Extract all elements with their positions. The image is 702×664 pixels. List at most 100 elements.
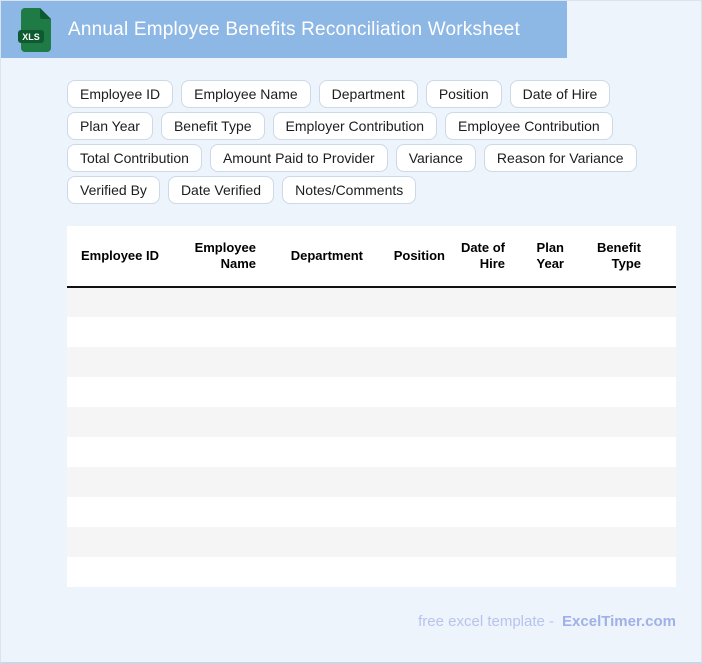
worksheet-table-container: Employee ID Employee Name Department Positi… <box>67 226 676 587</box>
table-cell <box>166 527 263 557</box>
xls-icon-graphic: XLS <box>18 7 51 52</box>
chip-amount-paid-to-provider[interactable]: Amount Paid to Provider <box>209 144 388 172</box>
table-cell <box>67 557 166 587</box>
chip-employee-name[interactable]: Employee Name <box>181 80 311 108</box>
table-cell <box>263 497 370 527</box>
table-cell <box>648 377 676 407</box>
chip-notes-comments[interactable]: Notes/Comments <box>282 176 417 204</box>
table-cell <box>166 377 263 407</box>
table-cell <box>648 497 676 527</box>
table-row <box>67 377 676 407</box>
column-chip-list: Employee ID Employee Name Department Positi… <box>67 80 701 204</box>
table-cell <box>571 317 648 347</box>
table-cell <box>571 407 648 437</box>
table-cell <box>452 377 512 407</box>
xls-badge-text: XLS <box>22 31 40 41</box>
table-cell <box>263 467 370 497</box>
table-cell <box>166 407 263 437</box>
chip-employee-id[interactable]: Employee ID <box>67 80 174 108</box>
chip-benefit-type[interactable]: Benefit Type <box>160 112 265 140</box>
chip-department[interactable]: Department <box>318 80 418 108</box>
column-header-plan-year: Plan Year <box>512 226 571 288</box>
table-row <box>67 287 676 317</box>
table-cell <box>648 317 676 347</box>
table-cell <box>263 317 370 347</box>
column-header-employer-contribution: Employer Contribution <box>648 226 676 288</box>
table-cell <box>571 467 648 497</box>
table-cell <box>571 437 648 467</box>
table-cell <box>263 527 370 557</box>
chip-plan-year[interactable]: Plan Year <box>67 112 153 140</box>
table-row <box>67 347 676 377</box>
table-cell <box>452 347 512 377</box>
table-cell <box>452 407 512 437</box>
table-cell <box>512 347 571 377</box>
table-cell <box>452 497 512 527</box>
table-cell <box>648 467 676 497</box>
table-cell <box>263 377 370 407</box>
folded-corner <box>40 7 51 19</box>
table-cell <box>370 347 452 377</box>
table-cell <box>512 527 571 557</box>
table-cell <box>452 557 512 587</box>
table-cell <box>67 317 166 347</box>
column-header-employee-id: Employee ID <box>67 226 166 288</box>
chip-position[interactable]: Position <box>425 80 502 108</box>
table-row <box>67 317 676 347</box>
table-cell <box>166 347 263 377</box>
table-cell <box>452 287 512 317</box>
table-cell <box>370 437 452 467</box>
table-cell <box>67 347 166 377</box>
table-cell <box>370 557 452 587</box>
table-cell <box>166 437 263 467</box>
table-row <box>67 497 676 527</box>
chip-date-verified[interactable]: Date Verified <box>167 176 275 204</box>
table-cell <box>571 497 648 527</box>
table-cell <box>370 377 452 407</box>
table-cell <box>571 527 648 557</box>
table-cell <box>571 377 648 407</box>
chip-date-of-hire[interactable]: Date of Hire <box>509 80 611 108</box>
table-header: Employee ID Employee Name Department Positi… <box>67 226 676 288</box>
table-cell <box>166 467 263 497</box>
table-cell <box>512 407 571 437</box>
table-cell <box>67 287 166 317</box>
table-cell <box>67 527 166 557</box>
table-cell <box>370 527 452 557</box>
table-cell <box>571 347 648 377</box>
table-cell <box>452 527 512 557</box>
table-cell <box>67 467 166 497</box>
table-row <box>67 407 676 437</box>
table-cell <box>512 317 571 347</box>
chip-reason-for-variance[interactable]: Reason for Variance <box>483 144 637 172</box>
table-cell <box>67 437 166 467</box>
table-row <box>67 557 676 587</box>
chip-total-contribution[interactable]: Total Contribution <box>67 144 202 172</box>
table-row <box>67 527 676 557</box>
footer-brand-link[interactable]: ExcelTimer.com <box>562 613 676 630</box>
column-header-benefit-type: Benefit Type <box>571 226 648 288</box>
column-header-position: Position <box>370 226 452 288</box>
table-cell <box>166 497 263 527</box>
table-cell <box>370 467 452 497</box>
chip-verified-by[interactable]: Verified By <box>67 176 160 204</box>
table-cell <box>263 347 370 377</box>
table-cell <box>648 557 676 587</box>
table-header-row: Employee ID Employee Name Department Positi… <box>67 226 676 288</box>
table-cell <box>452 317 512 347</box>
chip-variance[interactable]: Variance <box>395 144 476 172</box>
table-cell <box>571 287 648 317</box>
worksheet-table: Employee ID Employee Name Department Positi… <box>67 226 676 587</box>
chip-employer-contribution[interactable]: Employer Contribution <box>272 112 438 140</box>
table-cell <box>512 377 571 407</box>
table-cell <box>263 557 370 587</box>
table-cell <box>67 407 166 437</box>
table-cell <box>648 347 676 377</box>
header-bar: XLS Annual Employee Benefits Reconciliat… <box>1 1 567 58</box>
column-header-employee-name: Employee Name <box>166 226 263 288</box>
table-cell <box>648 437 676 467</box>
column-header-department: Department <box>263 226 370 288</box>
table-cell <box>452 467 512 497</box>
chip-employee-contribution[interactable]: Employee Contribution <box>445 112 613 140</box>
table-cell <box>512 497 571 527</box>
